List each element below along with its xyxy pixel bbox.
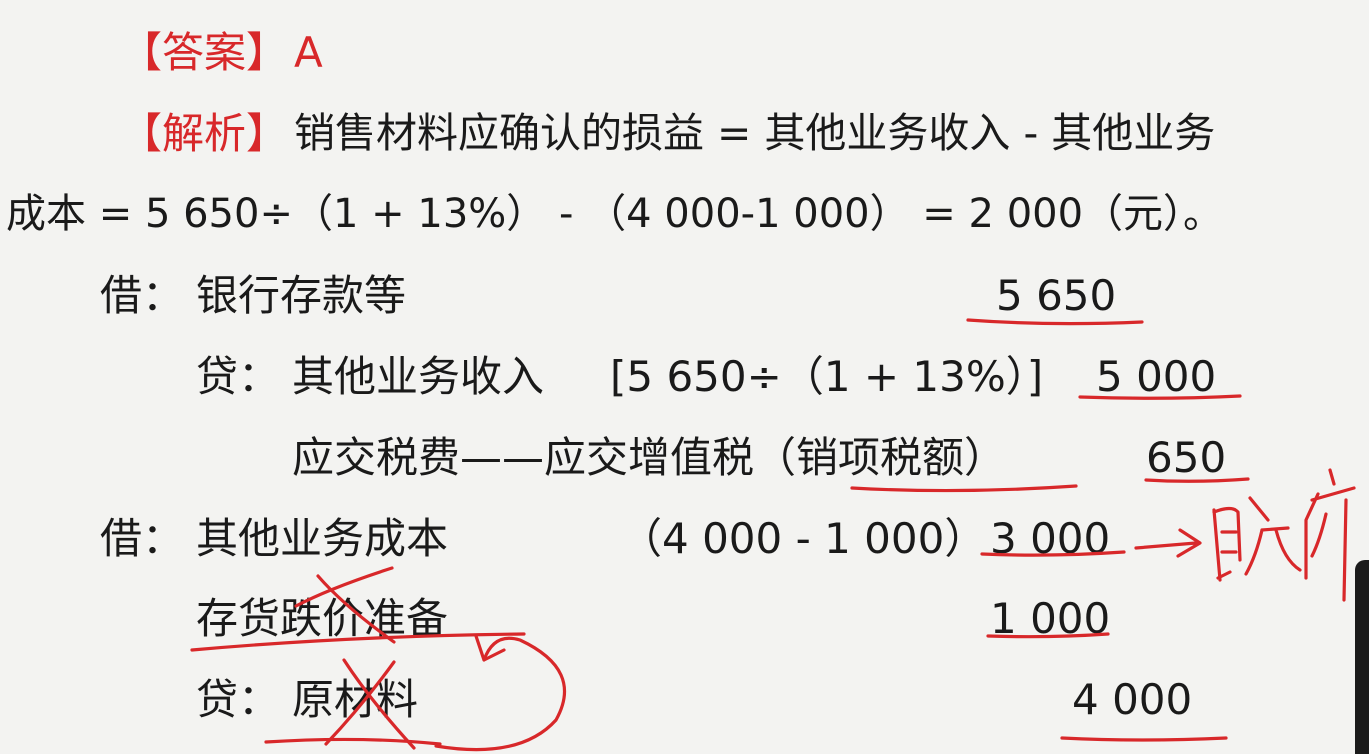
curved-arrow [434, 634, 567, 752]
analysis-line-1: 销售材料应确认的损益 = 其他业务收入 - 其他业务 [294, 109, 1216, 157]
underline-output-tax [850, 484, 1078, 493]
answer-label: 【答案】 [120, 28, 289, 77]
note-stroke-3 [1304, 468, 1356, 602]
account-inventory-impairment: 存货跌价准备 [196, 594, 449, 643]
arrow-to-note [1134, 528, 1202, 558]
presenter-silhouette [1355, 560, 1369, 754]
credit-prefix-1: 贷： [196, 352, 281, 401]
amount-other-business-income: 5 000 [1096, 352, 1217, 401]
amount-other-business-cost: 3 000 [990, 514, 1111, 563]
account-other-business-income: 其他业务收入 [292, 352, 545, 401]
account-raw-materials: 原材料 [292, 675, 419, 724]
account-other-business-cost: 其他业务成本 [196, 514, 449, 563]
note-stroke-1 [1212, 506, 1242, 582]
amount-raw-materials: 4 000 [1072, 675, 1193, 724]
analysis-line-2: 成本 = 5 650÷（1 + 13%） - （4 000-1 000） = 2… [6, 191, 1224, 237]
underline-5650 [966, 318, 1144, 326]
credit-prefix-2: 贷： [196, 675, 281, 724]
underline-4000 [1060, 736, 1228, 742]
debit-prefix-1: 借： [100, 271, 185, 320]
account-bank-deposit: 银行存款等 [196, 271, 407, 320]
underline-raw-materials [264, 737, 442, 746]
amount-vat-output: 650 [1146, 433, 1227, 482]
amount-inventory-impairment: 1 000 [990, 594, 1111, 643]
debit-prefix-2: 借： [100, 514, 185, 563]
answer-value: A [294, 28, 323, 77]
amount-bank-deposit: 5 650 [996, 271, 1117, 320]
calc-other-business-cost: （4 000 - 1 000） [620, 514, 987, 563]
account-vat-output: 应交税费——应交增值税（销项税额） [292, 433, 1007, 482]
analysis-label: 【解析】 [120, 109, 289, 158]
calc-other-business-income: [5 650÷（1 + 13%）] [610, 352, 1044, 401]
note-stroke-2 [1244, 496, 1302, 576]
